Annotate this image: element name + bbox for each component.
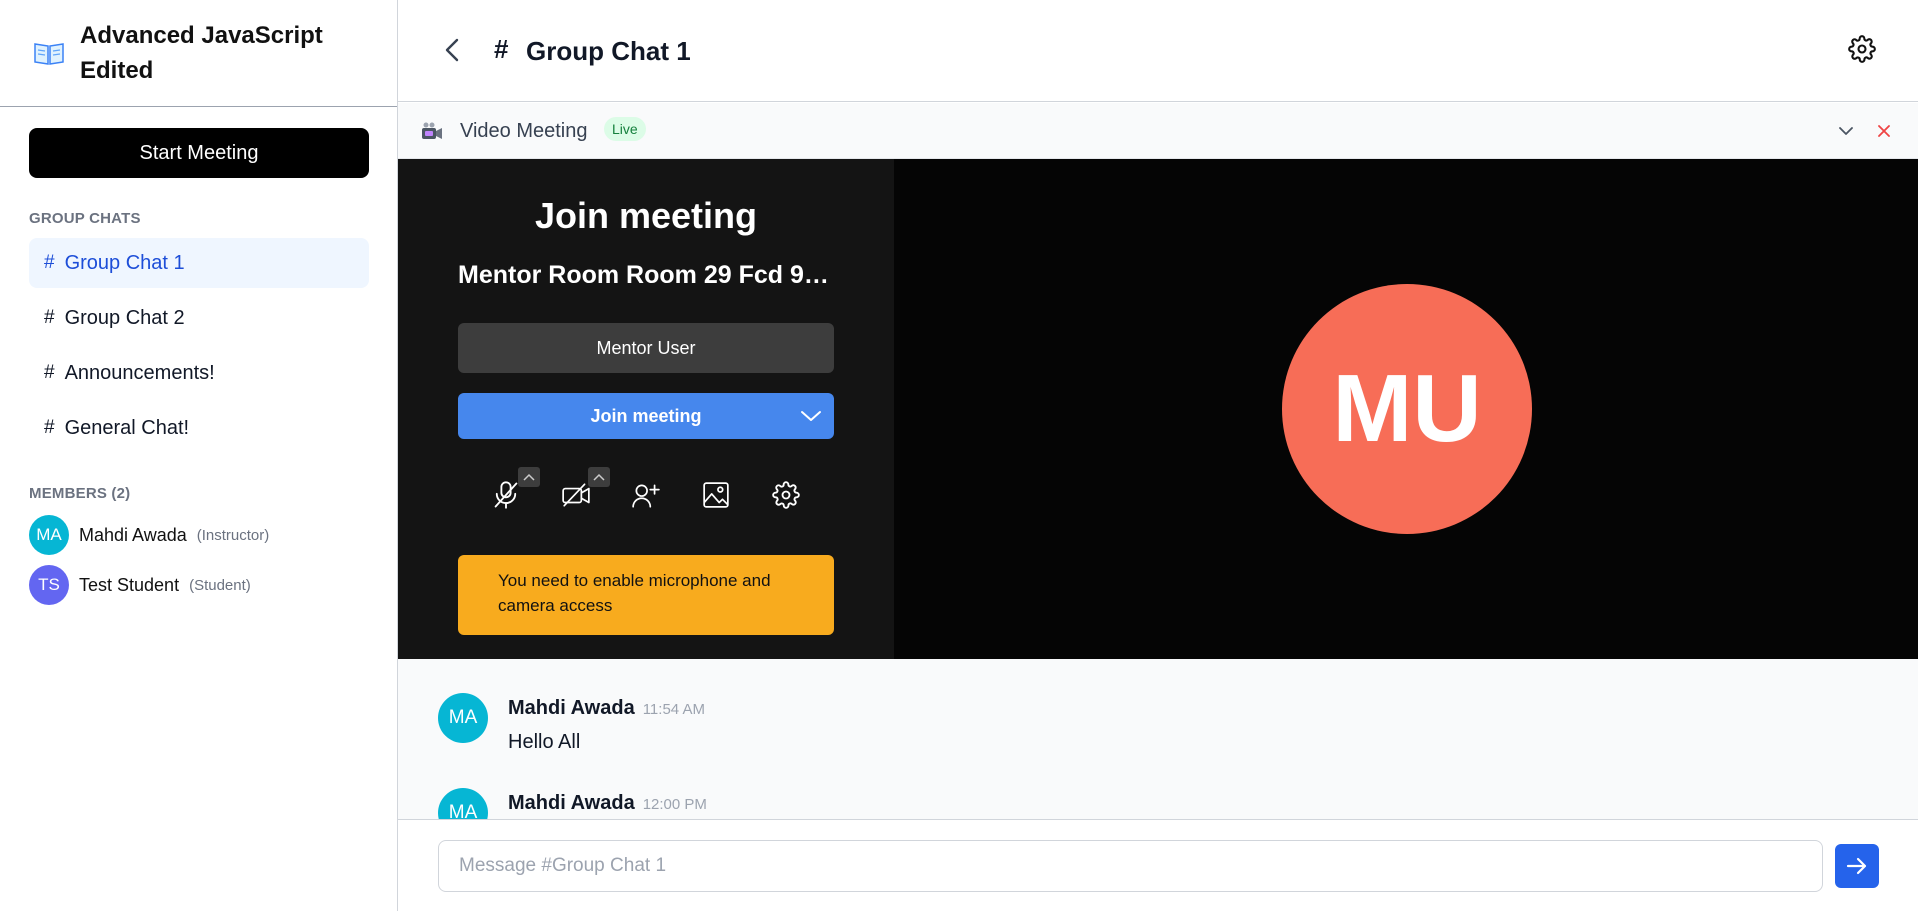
book-icon <box>32 39 66 67</box>
chevron-up-icon[interactable] <box>588 467 610 487</box>
member-role: (Student) <box>189 576 251 594</box>
gear-icon[interactable] <box>766 475 806 515</box>
avatar: MA <box>438 788 488 819</box>
start-meeting-button[interactable]: Start Meeting <box>29 128 369 178</box>
video-meeting-title: Video Meeting <box>460 120 588 142</box>
course-title: Advanced JavaScript Edited <box>80 22 323 84</box>
member-name: Mahdi Awada <box>79 524 187 545</box>
sidebar-item-group-chat-1[interactable]: # Group Chat 1 <box>29 238 369 288</box>
video-area: Join meeting Mentor Room Room 29 Fcd 9… … <box>398 159 1918 659</box>
avatar: MA <box>29 515 69 555</box>
message-author: Mahdi Awada 12:00 PM <box>508 792 707 815</box>
join-panel: Join meeting Mentor Room Room 29 Fcd 9… … <box>398 159 894 659</box>
sidebar-header: Advanced JavaScript Edited <box>0 0 397 107</box>
main-panel: # Group Chat 1 Video Meeting Live Join m… <box>398 0 1918 911</box>
member-role: (Instructor) <box>196 526 270 544</box>
member-item[interactable]: MA Mahdi Awada (Instructor) <box>29 515 269 555</box>
sidebar-item-label: Group Chat 2 <box>64 306 185 329</box>
hash-icon: # <box>44 307 55 328</box>
send-button[interactable] <box>1835 844 1879 888</box>
close-icon[interactable] <box>1874 121 1894 141</box>
sidebar-item-label: Announcements! <box>64 361 215 384</box>
display-name-field[interactable]: Mentor User <box>458 323 834 373</box>
background-image-icon[interactable] <box>696 475 736 515</box>
group-chats-label: GROUP CHATS <box>29 210 141 227</box>
author-name: Mahdi Awada <box>508 792 635 814</box>
member-name: Test Student <box>79 574 180 595</box>
sidebar-item-label: General Chat! <box>64 416 190 439</box>
video-camera-icon <box>420 121 444 143</box>
room-name: Mentor Room Room 29 Fcd 9… <box>458 261 829 289</box>
channel-header: # Group Chat 1 <box>398 0 1918 102</box>
join-meeting-label: Join meeting <box>590 405 702 426</box>
hash-icon: # <box>44 362 55 383</box>
message-time: 12:00 PM <box>642 796 707 813</box>
arrow-right-icon <box>1846 857 1867 875</box>
sidebar-item-general-chat[interactable]: # General Chat! <box>29 403 369 453</box>
permission-warning: You need to enable microphone and camera… <box>458 555 834 635</box>
message-input[interactable] <box>438 840 1823 892</box>
hash-icon: # <box>44 252 55 273</box>
back-arrow-icon[interactable] <box>438 34 466 66</box>
sidebar-item-announcements[interactable]: # Announcements! <box>29 348 369 398</box>
participant-avatar: MU <box>1282 284 1532 534</box>
message-author: Mahdi Awada 11:54 AM <box>508 697 705 720</box>
video-meeting-bar: Video Meeting Live <box>398 103 1918 159</box>
members-label: MEMBERS (2) <box>29 485 131 502</box>
message-time: 11:54 AM <box>642 701 705 718</box>
author-name: Mahdi Awada <box>508 697 635 719</box>
sidebar-item-group-chat-2[interactable]: # Group Chat 2 <box>29 293 369 343</box>
join-meeting-button[interactable]: Join meeting <box>458 393 834 439</box>
message-text: Hello All <box>508 731 581 753</box>
join-title: Join meeting <box>534 195 758 236</box>
invite-user-icon[interactable] <box>626 475 666 515</box>
hash-icon: # <box>44 417 55 438</box>
message-list: MA Mahdi Awada 11:54 AM Hello All MA Mahd… <box>398 659 1918 819</box>
chevron-down-icon[interactable] <box>800 407 822 425</box>
avatar: MA <box>438 693 488 743</box>
channel-hash: # <box>494 34 509 64</box>
avatar: TS <box>29 565 69 605</box>
member-item[interactable]: TS Test Student (Student) <box>29 565 251 605</box>
gear-icon[interactable] <box>1848 35 1876 63</box>
chevron-down-icon[interactable] <box>1836 121 1856 141</box>
sidebar: Advanced JavaScript Edited Start Meeting… <box>0 0 398 911</box>
status-badge: Live <box>604 117 646 141</box>
page-title: Group Chat 1 <box>526 36 691 66</box>
sidebar-item-label: Group Chat 1 <box>64 251 185 274</box>
message-composer <box>398 819 1918 911</box>
chevron-up-icon[interactable] <box>518 467 540 487</box>
